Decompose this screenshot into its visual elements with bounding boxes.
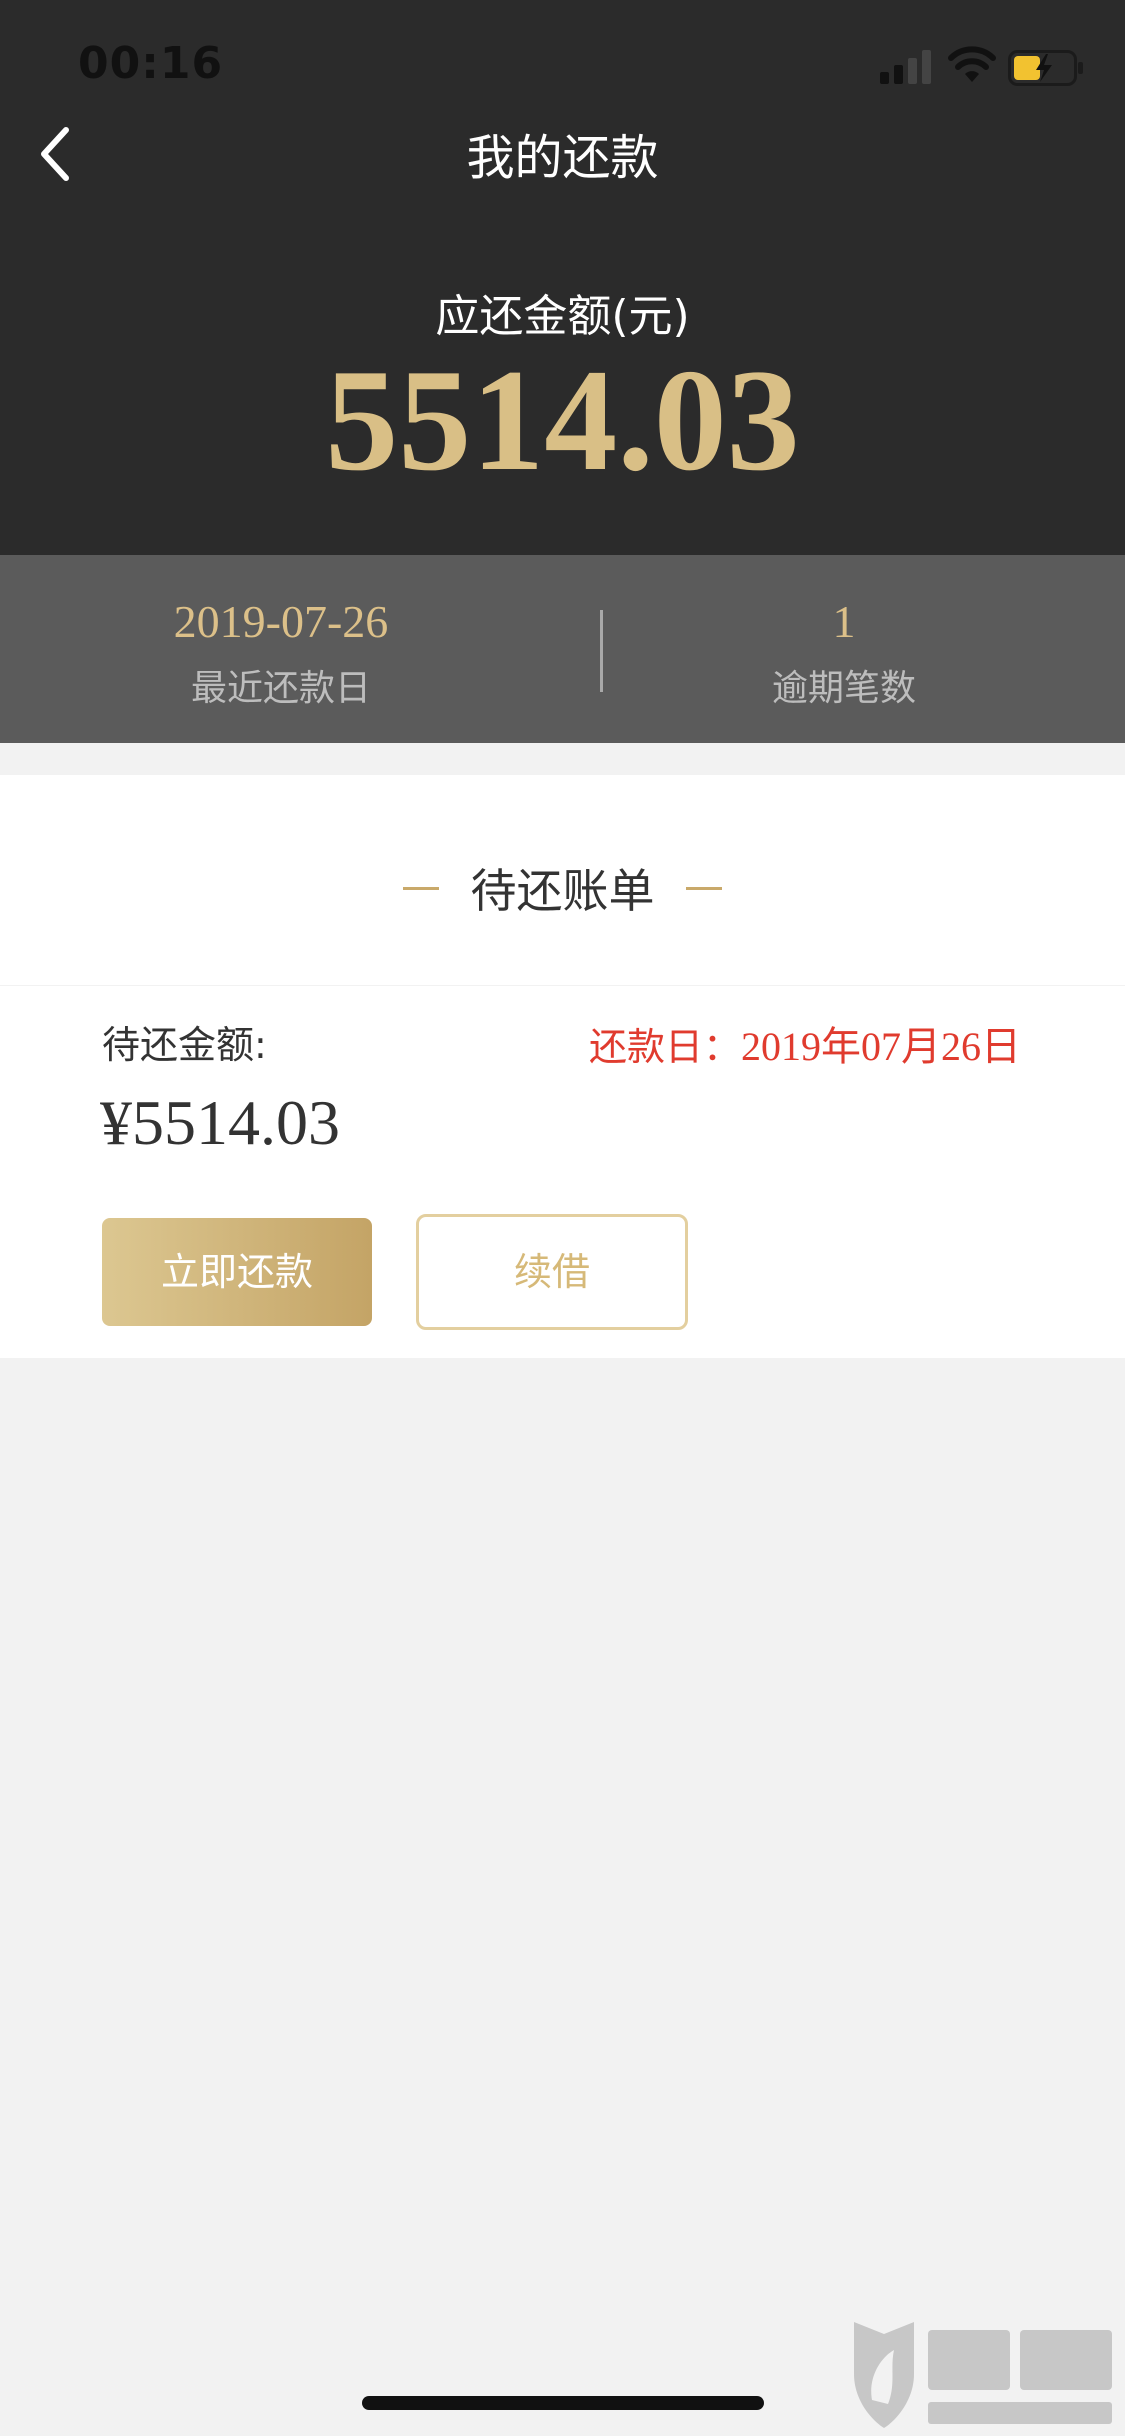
overdue-label: 逾期笔数 — [771, 668, 916, 709]
bill-amount: ¥5514.03 — [100, 1087, 340, 1158]
black-cat-watermark-logo — [854, 2322, 1112, 2428]
page-title: 我的还款 — [466, 130, 659, 186]
due-date-prefix: 还款日： — [588, 1025, 741, 1069]
latest-due-label: 最近还款日 — [190, 668, 371, 709]
latest-due-date: 2019-07-26 — [173, 596, 389, 647]
status-time: 00:16 — [78, 38, 224, 89]
bill-amount-label: 待还金额: — [102, 1023, 267, 1067]
cellular-signal-icon — [880, 50, 931, 84]
section-title-wrap: 待还账单 — [0, 855, 1125, 921]
title-left-dash — [403, 886, 440, 890]
summary-divider — [600, 610, 603, 692]
wifi-icon — [948, 46, 996, 82]
home-indicator[interactable] — [362, 2396, 764, 2410]
summary-strip: 2019-07-26 最近还款日 1 逾期笔数 — [0, 555, 1125, 743]
amount-due-value: 5514.03 — [325, 339, 800, 501]
overdue-cell: 1 逾期笔数 — [563, 555, 1125, 743]
overdue-count: 1 — [832, 596, 856, 647]
section-title: 待还账单 — [470, 864, 655, 918]
due-date-value: 2019年07月26日 — [741, 1024, 1021, 1069]
battery-icon — [1008, 50, 1083, 86]
title-right-dash — [685, 886, 722, 890]
bill-due-date: 还款日：2019年07月26日 — [589, 1014, 1021, 1072]
pending-bills-header: 待还账单 — [0, 775, 1125, 985]
bill-card: 待还金额: 还款日：2019年07月26日 ¥5514.03 立即还款 续借 — [0, 986, 1125, 1358]
amount-due-label: 应还金额(元) — [435, 291, 690, 342]
pay-now-button[interactable]: 立即还款 — [102, 1218, 372, 1326]
renew-loan-button[interactable]: 续借 — [416, 1214, 688, 1330]
latest-due-cell: 2019-07-26 最近还款日 — [0, 555, 562, 743]
